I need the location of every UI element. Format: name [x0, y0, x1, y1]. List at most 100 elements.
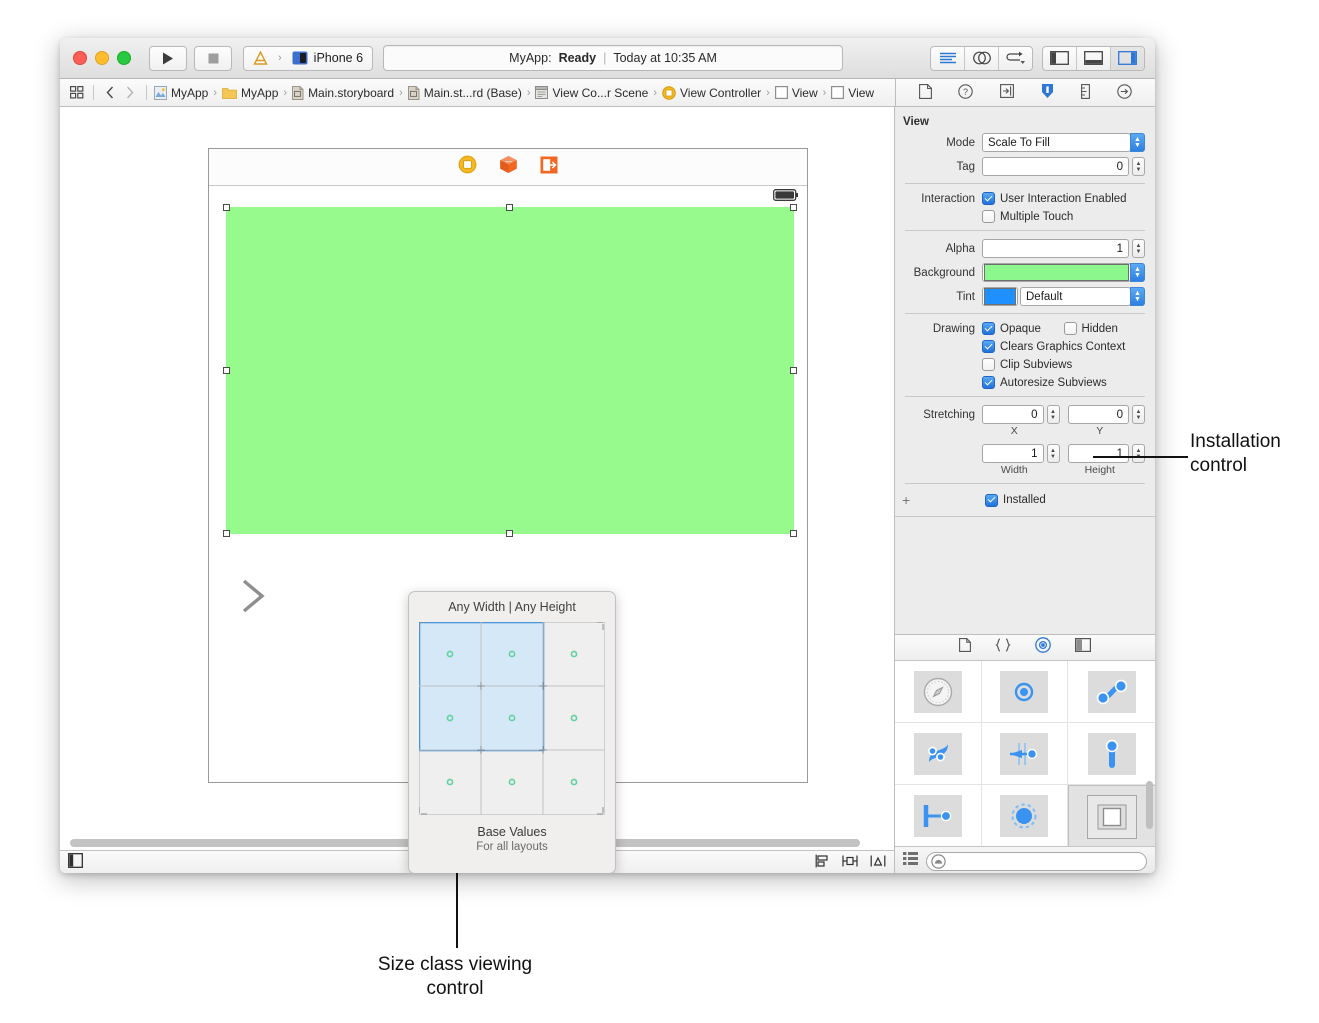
selection-handle-bottom-right[interactable]: [790, 530, 797, 537]
back-button[interactable]: [100, 83, 120, 103]
selection-handle-top-center[interactable]: [506, 204, 513, 211]
tint-value[interactable]: Default: [1020, 287, 1131, 306]
view-controller-dock-icon[interactable]: [458, 155, 477, 179]
stretching-y-stepper[interactable]: ▲▼: [1132, 405, 1145, 424]
stretching-width-stepper[interactable]: ▲▼: [1047, 444, 1060, 463]
scheme-selector[interactable]: › iPhone 6: [243, 46, 373, 71]
selection-handle-bottom-left[interactable]: [223, 530, 230, 537]
mode-popup-button[interactable]: ▲▼: [1130, 133, 1145, 152]
selection-handle-middle-right[interactable]: [790, 367, 797, 374]
breadcrumb-item-storyboard[interactable]: Main.storyboard: [291, 86, 395, 100]
stretching-y-input[interactable]: 0: [1068, 405, 1130, 424]
alpha-stepper[interactable]: ▲▼: [1132, 239, 1145, 258]
opaque-checkbox[interactable]: Opaque: [982, 322, 1064, 335]
autoresize-subviews-checkbox[interactable]: Autoresize Subviews: [982, 376, 1145, 389]
stretching-x-input[interactable]: 0: [982, 405, 1044, 424]
selection-handle-top-right[interactable]: [790, 204, 797, 211]
hidden-checkbox[interactable]: Hidden: [1064, 322, 1146, 335]
opaque-box[interactable]: [982, 322, 995, 335]
size-class-leader-line: [456, 870, 458, 948]
quick-help-inspector-tab[interactable]: ?: [958, 84, 973, 102]
installed-checkbox[interactable]: Installed: [923, 494, 1145, 507]
library-item-object[interactable]: [982, 785, 1069, 846]
selection-handle-bottom-center[interactable]: [506, 530, 513, 537]
standard-editor-button[interactable]: [931, 47, 965, 70]
file-template-library-tab[interactable]: [959, 638, 971, 657]
library-filter-input[interactable]: [926, 852, 1147, 871]
clip-subviews-box[interactable]: [982, 358, 995, 371]
zoom-button[interactable]: [117, 51, 131, 65]
breadcrumb-label: View: [848, 86, 874, 100]
mode-popup-value[interactable]: Scale To Fill: [982, 133, 1131, 152]
stretching-x-stepper[interactable]: ▲▼: [1047, 405, 1060, 424]
selection-handle-middle-left[interactable]: [223, 367, 230, 374]
alpha-input[interactable]: 1: [982, 239, 1129, 258]
selected-view[interactable]: [226, 207, 794, 534]
breadcrumb-item-view-2[interactable]: View: [830, 86, 875, 100]
clears-graphics-context-checkbox[interactable]: Clears Graphics Context: [982, 340, 1145, 353]
user-interaction-enabled-box[interactable]: [982, 192, 995, 205]
breadcrumb-item-view-1[interactable]: View: [774, 86, 819, 100]
version-editor-button[interactable]: [999, 47, 1032, 70]
run-button[interactable]: [149, 46, 187, 71]
library-item-storyboard-reference[interactable]: [982, 661, 1069, 723]
inspector-divider-2: [905, 230, 1145, 231]
library-item-table-view-controller[interactable]: [982, 723, 1069, 785]
breadcrumb-item-scene[interactable]: View Co...r Scene: [534, 86, 649, 100]
utilities-toggle-button[interactable]: [1111, 47, 1144, 70]
size-class-popover[interactable]: Any Width | Any Height: [408, 591, 616, 873]
code-snippet-library-tab[interactable]: [995, 638, 1011, 657]
object-library-tab[interactable]: [1035, 637, 1051, 658]
debug-area-toggle-button[interactable]: [1077, 47, 1111, 70]
connections-inspector-tab[interactable]: [1117, 84, 1132, 102]
tag-input[interactable]: 0: [982, 157, 1129, 176]
tint-color-swatch[interactable]: [984, 288, 1016, 305]
installed-box[interactable]: [985, 494, 998, 507]
close-button[interactable]: [73, 51, 87, 65]
library-view-mode-button[interactable]: [903, 852, 918, 870]
multiple-touch-box[interactable]: [982, 210, 995, 223]
object-library-grid[interactable]: [895, 661, 1155, 846]
multiple-touch-checkbox[interactable]: Multiple Touch: [982, 210, 1145, 223]
attributes-inspector-tab[interactable]: [1040, 83, 1055, 102]
navigator-toggle-button[interactable]: [1043, 47, 1077, 70]
assistant-editor-button[interactable]: [965, 47, 999, 70]
hidden-box[interactable]: [1064, 322, 1077, 335]
size-class-grid[interactable]: [419, 622, 605, 815]
library-scrollbar-thumb[interactable]: [1146, 781, 1153, 829]
minimize-button[interactable]: [95, 51, 109, 65]
library-item-tab-bar-controller[interactable]: [1068, 723, 1155, 785]
stretching-height-stepper[interactable]: ▲▼: [1132, 444, 1145, 463]
breadcrumb-item-view-controller[interactable]: View Controller: [661, 86, 762, 100]
library-item-split-view-controller[interactable]: [895, 785, 982, 846]
library-item-view[interactable]: [1068, 785, 1155, 846]
size-inspector-tab[interactable]: [1081, 84, 1090, 102]
related-items-button[interactable]: [67, 83, 87, 103]
clip-subviews-checkbox[interactable]: Clip Subviews: [982, 358, 1145, 371]
breadcrumb-item-project[interactable]: MyApp: [153, 86, 209, 100]
stretching-width-input[interactable]: 1: [982, 444, 1044, 463]
media-library-tab[interactable]: [1075, 638, 1091, 657]
file-inspector-tab[interactable]: [919, 84, 932, 102]
add-size-class-variation-button[interactable]: +: [895, 492, 923, 508]
breadcrumb-item-storyboard-base[interactable]: Main.st...rd (Base): [407, 86, 523, 100]
breadcrumb-item-folder[interactable]: MyApp: [221, 86, 279, 100]
tint-popup-button[interactable]: ▲▼: [1130, 287, 1145, 306]
background-color-popup-button[interactable]: ▲▼: [1130, 263, 1145, 282]
forward-button[interactable]: [120, 83, 140, 103]
stretching-height-input[interactable]: 1: [1068, 444, 1130, 463]
library-item-segue[interactable]: [1068, 661, 1155, 723]
user-interaction-enabled-checkbox[interactable]: User Interaction Enabled: [982, 192, 1145, 205]
exit-dock-icon[interactable]: [540, 156, 558, 179]
library-item-navigation-controller[interactable]: [895, 723, 982, 785]
selection-handle-top-left[interactable]: [223, 204, 230, 211]
background-color-swatch[interactable]: [984, 264, 1129, 281]
tag-stepper[interactable]: ▲▼: [1132, 157, 1145, 176]
stop-button[interactable]: [194, 46, 232, 71]
library-item-view-controller[interactable]: [895, 661, 982, 723]
identity-inspector-tab[interactable]: [1000, 84, 1014, 101]
library-panel: [895, 634, 1155, 873]
autoresize-subviews-box[interactable]: [982, 376, 995, 389]
first-responder-dock-icon[interactable]: [499, 155, 518, 179]
clears-graphics-context-box[interactable]: [982, 340, 995, 353]
